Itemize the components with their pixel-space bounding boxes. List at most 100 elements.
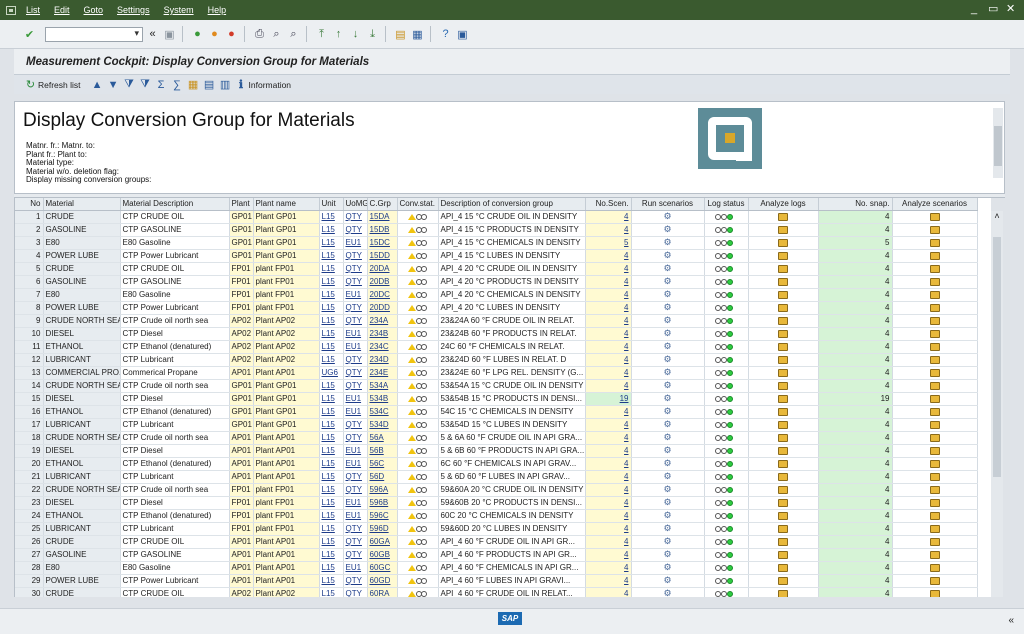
first-page-icon[interactable]: ⤒ bbox=[314, 27, 329, 42]
uomg-link[interactable]: QTY bbox=[343, 275, 368, 289]
analyze-scenarios-cell[interactable] bbox=[892, 288, 978, 302]
run-scenarios-cell[interactable]: ⚙ bbox=[631, 483, 705, 497]
analyze-scenarios-icon[interactable] bbox=[929, 316, 940, 325]
run-scenarios-cell[interactable]: ⚙ bbox=[631, 301, 705, 315]
run-scenario-icon[interactable]: ⚙ bbox=[663, 576, 673, 585]
col-cgrp-header[interactable]: C.Grp bbox=[367, 198, 398, 211]
analyze-scenarios-cell[interactable] bbox=[892, 223, 978, 237]
col-material-header[interactable]: Material bbox=[43, 198, 121, 211]
conversion-group-link[interactable]: 534B bbox=[367, 392, 398, 406]
analyze-logs-cell[interactable] bbox=[748, 353, 819, 367]
run-scenarios-cell[interactable]: ⚙ bbox=[631, 496, 705, 510]
analyze-logs-icon[interactable] bbox=[778, 212, 788, 221]
analyze-scenarios-icon[interactable] bbox=[929, 550, 940, 559]
no-scenarios-link[interactable]: 4 bbox=[585, 535, 632, 549]
col-log-status-header[interactable]: Log status bbox=[704, 198, 749, 211]
analyze-logs-icon[interactable] bbox=[778, 238, 788, 247]
analyze-scenarios-icon[interactable] bbox=[929, 472, 940, 481]
run-scenario-icon[interactable]: ⚙ bbox=[663, 485, 673, 494]
uomg-link[interactable]: QTY bbox=[343, 223, 368, 237]
conversion-group-link[interactable]: 20DD bbox=[367, 301, 398, 315]
no-scenarios-link[interactable]: 4 bbox=[585, 301, 632, 315]
run-scenario-icon[interactable]: ⚙ bbox=[663, 329, 673, 338]
unit-link[interactable]: L15 bbox=[319, 327, 344, 341]
run-scenarios-cell[interactable]: ⚙ bbox=[631, 314, 705, 328]
table-row[interactable]: 4 POWER LUBE CTP Power Lubricant GP01 Plant … bbox=[15, 249, 978, 263]
uomg-link[interactable]: EU1 bbox=[343, 496, 368, 510]
uomg-link[interactable]: QTY bbox=[343, 210, 368, 224]
run-scenario-icon[interactable]: ⚙ bbox=[663, 277, 673, 286]
uomg-link[interactable]: QTY bbox=[343, 301, 368, 315]
conversion-group-link[interactable]: 596C bbox=[367, 509, 398, 523]
conversion-group-link[interactable]: 534C bbox=[367, 405, 398, 419]
table-row[interactable]: 22 CRUDE NORTH SEA CTP Crude oil north sea… bbox=[15, 483, 978, 497]
conversion-group-link[interactable]: 60GD bbox=[367, 574, 398, 588]
analyze-scenarios-cell[interactable] bbox=[892, 522, 978, 536]
analyze-logs-icon[interactable] bbox=[778, 303, 788, 312]
run-scenarios-cell[interactable]: ⚙ bbox=[631, 288, 705, 302]
table-row[interactable]: 27 GASOLINE CTP GASOLINE AP01 Plant AP01 L15 Q… bbox=[15, 548, 978, 562]
run-scenario-icon[interactable]: ⚙ bbox=[663, 212, 673, 221]
shortcut-icon[interactable]: ▦ bbox=[410, 27, 425, 42]
analyze-scenarios-icon[interactable] bbox=[929, 511, 940, 520]
conversion-group-link[interactable]: 60RA bbox=[367, 587, 398, 597]
analyze-scenarios-cell[interactable] bbox=[892, 496, 978, 510]
uomg-link[interactable]: EU1 bbox=[343, 340, 368, 354]
sort-descending-icon[interactable]: ▼ bbox=[106, 77, 121, 92]
analyze-logs-icon[interactable] bbox=[778, 277, 788, 286]
analyze-scenarios-icon[interactable] bbox=[929, 576, 940, 585]
conversion-group-link[interactable]: 534D bbox=[367, 418, 398, 432]
run-scenario-icon[interactable]: ⚙ bbox=[663, 472, 673, 481]
no-scenarios-link[interactable]: 4 bbox=[585, 496, 632, 510]
analyze-logs-cell[interactable] bbox=[748, 210, 819, 224]
analyze-logs-cell[interactable] bbox=[748, 496, 819, 510]
conversion-group-link[interactable]: 234A bbox=[367, 314, 398, 328]
analyze-logs-icon[interactable] bbox=[778, 225, 788, 234]
analyze-scenarios-cell[interactable] bbox=[892, 548, 978, 562]
unit-link[interactable]: L15 bbox=[319, 210, 344, 224]
conversion-group-link[interactable]: 596D bbox=[367, 522, 398, 536]
analyze-scenarios-icon[interactable] bbox=[929, 498, 940, 507]
collapse-status-icon[interactable]: « bbox=[1008, 615, 1014, 626]
previous-page-icon[interactable]: ↑ bbox=[331, 27, 346, 42]
run-scenario-icon[interactable]: ⚙ bbox=[663, 589, 673, 598]
analyze-logs-cell[interactable] bbox=[748, 405, 819, 419]
unit-link[interactable]: L15 bbox=[319, 431, 344, 445]
uomg-link[interactable]: QTY bbox=[343, 431, 368, 445]
uomg-link[interactable]: QTY bbox=[343, 249, 368, 263]
analyze-logs-cell[interactable] bbox=[748, 574, 819, 588]
unit-link[interactable]: L15 bbox=[319, 275, 344, 289]
unit-link[interactable]: L15 bbox=[319, 535, 344, 549]
analyze-logs-cell[interactable] bbox=[748, 223, 819, 237]
run-scenarios-cell[interactable]: ⚙ bbox=[631, 249, 705, 263]
analyze-scenarios-cell[interactable] bbox=[892, 249, 978, 263]
unit-link[interactable]: L15 bbox=[319, 522, 344, 536]
analyze-scenarios-icon[interactable] bbox=[929, 342, 940, 351]
menu-settings[interactable]: Settings bbox=[117, 5, 150, 15]
table-row[interactable]: 17 LUBRICANT CTP Lubricant GP01 Plant GP01 L1… bbox=[15, 418, 978, 432]
analyze-logs-icon[interactable] bbox=[778, 290, 788, 299]
analyze-logs-cell[interactable] bbox=[748, 548, 819, 562]
uomg-link[interactable]: QTY bbox=[343, 314, 368, 328]
table-row[interactable]: 9 CRUDE NORTH SEA CTP Crude oil north sea A… bbox=[15, 314, 978, 328]
run-scenarios-cell[interactable]: ⚙ bbox=[631, 405, 705, 419]
conversion-group-link[interactable]: 234B bbox=[367, 327, 398, 341]
filter-icon[interactable]: ⧩ bbox=[122, 77, 137, 92]
analyze-scenarios-cell[interactable] bbox=[892, 353, 978, 367]
minimize-button[interactable]: _ bbox=[971, 3, 977, 15]
run-scenario-icon[interactable]: ⚙ bbox=[663, 563, 673, 572]
analyze-scenarios-icon[interactable] bbox=[929, 589, 940, 597]
analyze-logs-icon[interactable] bbox=[778, 342, 788, 351]
no-scenarios-link[interactable]: 4 bbox=[585, 314, 632, 328]
no-scenarios-link[interactable]: 4 bbox=[585, 249, 632, 263]
conversion-group-link[interactable]: 56C bbox=[367, 457, 398, 471]
col-analyze-scenarios-header[interactable]: Analyze scenarios bbox=[892, 198, 978, 211]
analyze-logs-cell[interactable] bbox=[748, 561, 819, 575]
run-scenarios-cell[interactable]: ⚙ bbox=[631, 236, 705, 250]
conversion-group-link[interactable]: 56B bbox=[367, 444, 398, 458]
table-row[interactable]: 10 DIESEL CTP Diesel AP02 Plant AP02 L15 EU1 23… bbox=[15, 327, 978, 341]
col-no-header[interactable]: No bbox=[15, 198, 44, 211]
conversion-group-link[interactable]: 20DA bbox=[367, 262, 398, 276]
no-scenarios-link[interactable]: 5 bbox=[585, 236, 632, 250]
no-scenarios-link[interactable]: 4 bbox=[585, 262, 632, 276]
